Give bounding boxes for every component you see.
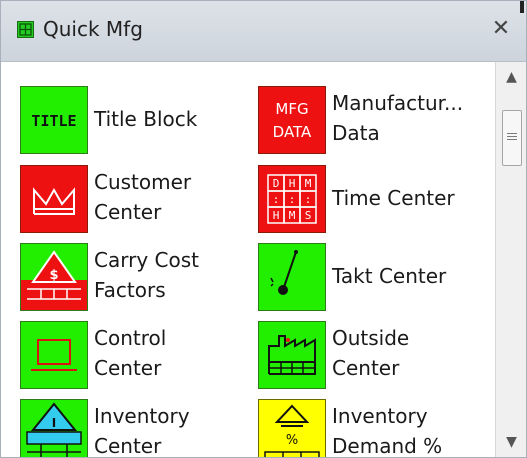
title-block-icon: TITLE <box>20 86 88 154</box>
time-grid-letter: D <box>273 177 280 190</box>
vertical-scrollbar[interactable]: ▲ ▼ <box>495 62 526 457</box>
palette-item-manufacturing-data[interactable]: MFG DATA Manufactur... Data <box>258 86 478 156</box>
dollar-icon-text: $ <box>49 268 58 283</box>
percent-icon-text: % <box>286 433 298 448</box>
scroll-down-button[interactable]: ▼ <box>496 427 526 457</box>
panel-titlebar[interactable]: Quick Mfg ✕ <box>1 1 526 62</box>
data-icon-text: DATA <box>273 123 312 141</box>
close-button[interactable]: ✕ <box>488 15 514 43</box>
scroll-up-button[interactable]: ▲ <box>496 62 526 92</box>
grip-icon <box>507 133 517 141</box>
mfg-icon-text: MFG <box>275 100 308 118</box>
palette-item-label: Outside Center <box>332 326 410 380</box>
palette-item-label: Manufactur... Data <box>332 91 464 145</box>
inventory-center-icon: I <box>20 399 88 457</box>
time-grid-letter: : <box>289 193 296 206</box>
title-block-icon-text: TITLE <box>31 112 76 130</box>
arrow-up-icon: ▲ <box>506 69 517 85</box>
palette-item-title-block[interactable]: TITLE Title Block <box>20 86 240 156</box>
close-icon: ✕ <box>491 16 511 41</box>
palette-item-label: Inventory Center <box>94 404 190 457</box>
time-grid-letter: M <box>305 177 312 190</box>
takt-center-icon <box>258 243 326 311</box>
palette-item-control-center[interactable]: Control Center <box>20 321 240 391</box>
outside-center-icon <box>258 321 326 389</box>
time-grid-letter: H <box>289 177 296 190</box>
time-center-icon: DHM:::HMS <box>258 165 326 233</box>
palette-item-time-center[interactable]: DHM:::HMS Time Center <box>258 165 478 235</box>
carry-cost-icon: $ <box>20 243 88 311</box>
time-grid-letter: H <box>273 209 280 222</box>
time-grid-letter: : <box>305 193 312 206</box>
palette-item-inventory-demand[interactable]: % Inventory Demand % <box>258 399 478 457</box>
palette-grid: TITLE Title Block MFG DATA Manufactur...… <box>1 62 494 457</box>
time-grid-letter: M <box>289 209 296 222</box>
control-center-icon <box>20 321 88 389</box>
scroll-thumb[interactable] <box>502 110 522 166</box>
window-edge-marker <box>520 1 524 13</box>
palette-item-label: Carry Cost Factors <box>94 248 199 302</box>
palette-item-label: Inventory Demand % <box>332 404 443 457</box>
panel-title: Quick Mfg <box>43 17 143 41</box>
palette-item-label: Title Block <box>94 107 198 131</box>
grid-icon <box>17 21 34 38</box>
inventory-demand-icon: % <box>258 399 326 457</box>
palette-item-customer-center[interactable]: Customer Center <box>20 165 240 235</box>
manufacturing-data-icon: MFG DATA <box>258 86 326 154</box>
palette-item-carry-cost-factors[interactable]: $ Carry Cost Factors <box>20 243 240 313</box>
palette-item-outside-center[interactable]: Outside Center <box>258 321 478 391</box>
customer-center-icon <box>20 165 88 233</box>
time-grid-letter: S <box>305 209 312 222</box>
inventory-icon-text: I <box>52 416 56 430</box>
palette-item-label: Takt Center <box>332 264 447 288</box>
arrow-down-icon: ▼ <box>506 434 517 450</box>
palette-item-label: Customer Center <box>94 170 192 224</box>
palette-item-label: Time Center <box>332 186 455 210</box>
quick-mfg-panel: Quick Mfg ✕ TITLE Title Block MFG DATA M… <box>0 0 527 458</box>
palette-item-inventory-center[interactable]: I Inventory Center <box>20 399 240 457</box>
time-grid-letter: : <box>273 193 280 206</box>
palette-item-takt-center[interactable]: Takt Center <box>258 243 478 313</box>
palette-item-label: Control Center <box>94 326 167 380</box>
